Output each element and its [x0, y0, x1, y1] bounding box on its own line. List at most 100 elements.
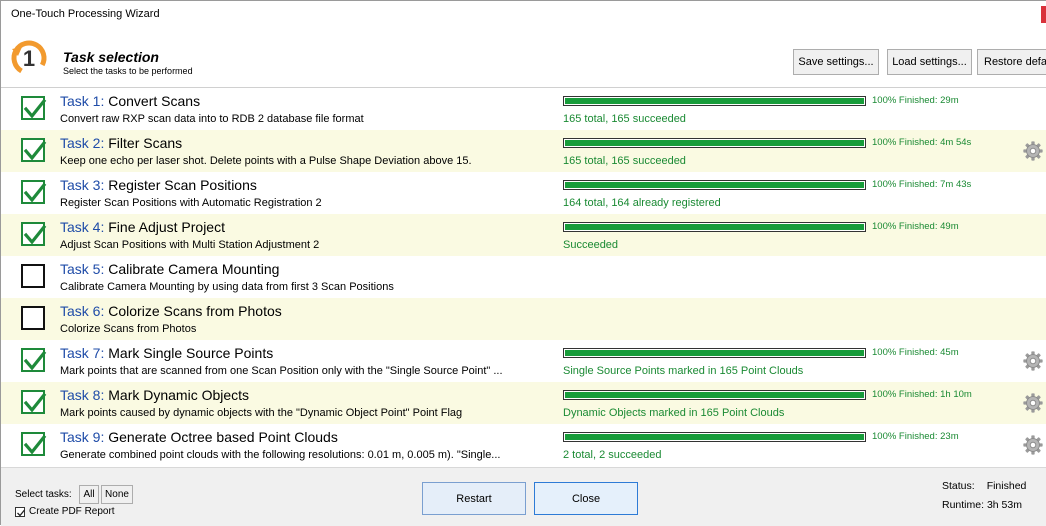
task-progress-text: 100% Finished: 4m 54s [872, 137, 972, 148]
close-button[interactable]: Close [534, 482, 638, 515]
status-value: Finished [986, 480, 1027, 492]
task-name: Calibrate Camera Mounting [108, 261, 280, 277]
task-progress-bar [563, 138, 866, 148]
task-name: Fine Adjust Project [108, 219, 225, 235]
task-progress-fill [565, 392, 864, 398]
task-title: Task 8: Mark Dynamic Objects [60, 387, 249, 403]
task-progress-fill [565, 350, 864, 356]
task-checkbox[interactable] [21, 222, 47, 246]
task-title: Task 9: Generate Octree based Point Clou… [60, 429, 338, 445]
page-title: Task selection [63, 49, 159, 65]
load-settings-button[interactable]: Load settings... [887, 49, 972, 75]
gear-icon[interactable] [1022, 434, 1044, 456]
task-row: Task 5: Calibrate Camera Mounting Calibra… [1, 256, 1046, 298]
pdf-checkbox-box[interactable] [15, 506, 26, 517]
title-bar: One-Touch Processing Wizard [1, 1, 1046, 27]
task-checkbox[interactable] [21, 96, 47, 120]
task-description: Colorize Scans from Photos [60, 323, 197, 335]
task-title: Task 5: Calibrate Camera Mounting [60, 261, 279, 277]
green-check-icon [23, 434, 47, 455]
task-progress-text: 100% Finished: 7m 43s [872, 179, 972, 190]
wizard-window: One-Touch Processing Wizard 1 Task selec… [0, 0, 1046, 526]
task-description: Generate combined point clouds with the … [60, 449, 501, 461]
task-progress-fill [565, 98, 864, 104]
select-tasks-label: Select tasks: [15, 489, 72, 500]
task-number: Task 7: [60, 345, 105, 361]
task-name: Register Scan Positions [108, 177, 257, 193]
task-progress-text: 100% Finished: 23m [872, 431, 959, 442]
task-progress-bar [563, 222, 866, 232]
green-check-icon [23, 98, 47, 119]
task-row: Task 4: Fine Adjust Project Adjust Scan P… [1, 214, 1046, 256]
task-name: Mark Single Source Points [108, 345, 274, 361]
task-progress-bar [563, 390, 866, 400]
green-check-icon [23, 224, 47, 245]
task-checkbox[interactable] [21, 306, 45, 330]
task-list: Task 1: Convert Scans Convert raw RXP sca… [1, 87, 1046, 467]
task-number: Task 5: [60, 261, 105, 277]
task-number: Task 9: [60, 429, 105, 445]
task-summary: Succeeded [563, 239, 619, 251]
task-row: Task 9: Generate Octree based Point Clou… [1, 424, 1046, 466]
task-name: Filter Scans [108, 135, 183, 151]
task-name: Mark Dynamic Objects [108, 387, 250, 403]
task-number: Task 3: [60, 177, 105, 193]
task-checkbox[interactable] [21, 348, 47, 372]
small-check-icon [17, 509, 26, 516]
gear-icon[interactable] [1022, 140, 1044, 162]
task-progress-bar [563, 348, 866, 358]
task-summary: 165 total, 165 succeeded [563, 155, 686, 167]
task-description: Register Scan Positions with Automatic R… [60, 197, 322, 209]
task-description: Convert raw RXP scan data into to RDB 2 … [60, 113, 364, 125]
select-all-button[interactable]: All [79, 485, 99, 504]
task-row: Task 3: Register Scan Positions Register … [1, 172, 1046, 214]
task-progress-bar [563, 96, 866, 106]
task-title: Task 1: Convert Scans [60, 93, 200, 109]
save-settings-button[interactable]: Save settings... [793, 49, 879, 75]
task-title: Task 2: Filter Scans [60, 135, 182, 151]
task-checkbox[interactable] [21, 180, 47, 204]
task-progress-bar [563, 180, 866, 190]
task-description: Mark points that are scanned from one Sc… [60, 365, 503, 377]
task-summary: Dynamic Objects marked in 165 Point Clou… [563, 407, 785, 419]
task-checkbox[interactable] [21, 264, 45, 288]
task-progress-text: 100% Finished: 45m [872, 347, 959, 358]
task-number: Task 2: [60, 135, 105, 151]
task-row: Task 7: Mark Single Source Points Mark po… [1, 340, 1046, 382]
task-progress-bar [563, 432, 866, 442]
status-readout: Status: Finished [942, 480, 1026, 492]
task-row: Task 2: Filter Scans Keep one echo per la… [1, 130, 1046, 172]
task-summary: 165 total, 165 succeeded [563, 113, 686, 125]
task-number: Task 6: [60, 303, 105, 319]
task-progress-fill [565, 182, 864, 188]
task-checkbox[interactable] [21, 390, 47, 414]
task-progress-text: 100% Finished: 1h 10m [872, 389, 972, 400]
green-check-icon [23, 140, 47, 161]
page-subtitle: Select the tasks to be performed [63, 66, 193, 76]
green-check-icon [23, 392, 47, 413]
task-title: Task 3: Register Scan Positions [60, 177, 257, 193]
window-title: One-Touch Processing Wizard [11, 8, 160, 20]
task-title: Task 6: Colorize Scans from Photos [60, 303, 282, 319]
select-none-button[interactable]: None [101, 485, 133, 504]
task-name: Generate Octree based Point Clouds [108, 429, 338, 445]
task-checkbox[interactable] [21, 138, 47, 162]
task-checkbox[interactable] [21, 432, 47, 456]
task-description: Calibrate Camera Mounting by using data … [60, 281, 394, 293]
svg-text:1: 1 [23, 46, 35, 71]
task-summary: 164 total, 164 already registered [563, 197, 721, 209]
task-description: Mark points caused by dynamic objects wi… [60, 407, 463, 419]
gear-icon[interactable] [1022, 350, 1044, 372]
wizard-footer: Select tasks: All None Create PDF Report… [1, 467, 1046, 526]
restore-defaults-button[interactable]: Restore defaul [977, 49, 1046, 75]
restart-button[interactable]: Restart [422, 482, 526, 515]
close-window-icon[interactable] [1041, 6, 1046, 23]
task-number: Task 4: [60, 219, 105, 235]
wizard-header: 1 Task selection Select the tasks to be … [1, 27, 1046, 85]
pdf-label: Create PDF Report [29, 506, 115, 517]
task-progress-text: 100% Finished: 49m [872, 221, 959, 232]
gear-icon[interactable] [1022, 392, 1044, 414]
task-description: Adjust Scan Positions with Multi Station… [60, 239, 320, 251]
create-pdf-checkbox[interactable]: Create PDF Report [15, 506, 115, 517]
task-summary: 2 total, 2 succeeded [563, 449, 662, 461]
